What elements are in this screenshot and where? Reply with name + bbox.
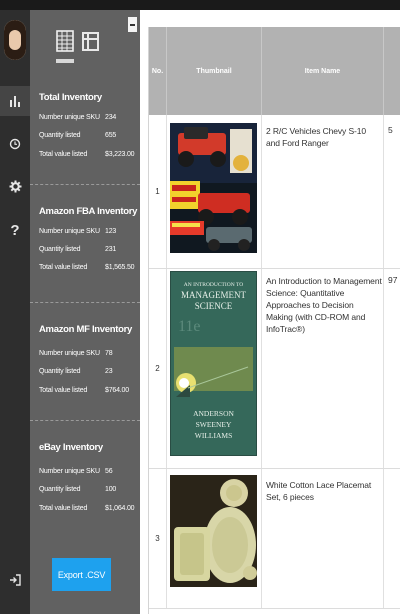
stat-value: 655 xyxy=(105,132,117,139)
management-science-book-cover[interactable]: AN INTRODUCTION TO MANAGEMENT SCIENCE 11… xyxy=(169,270,258,457)
export-csv-button[interactable]: Export .CSV xyxy=(52,558,111,591)
clipped-cell-value: 5 xyxy=(388,125,393,135)
book-title-line2: MANAGEMENT xyxy=(181,290,246,300)
clipped-cell-value: 97 xyxy=(388,275,398,285)
item-name-cell: An Introduction to Management Science: Q… xyxy=(262,269,384,468)
stat-label: Number unique SKU xyxy=(39,468,100,475)
stat-label: Total value listed xyxy=(39,387,88,394)
stat-value: 56 xyxy=(105,468,113,475)
icon-rail: ? xyxy=(0,10,30,614)
stat-value: 100 xyxy=(105,486,117,493)
row-number: 3 xyxy=(149,469,167,608)
rc-vehicles-box-image[interactable] xyxy=(170,123,257,253)
stat-value: 23 xyxy=(105,368,113,375)
stat-row: Number unique SKU 123 xyxy=(39,228,139,240)
book-title-line3: SCIENCE xyxy=(195,301,233,311)
help-icon-glyph: ? xyxy=(10,221,20,239)
table-header: No. Thumbnail Item Name xyxy=(149,27,400,115)
next-column-cell xyxy=(384,469,400,608)
stat-label: Number unique SKU xyxy=(39,350,100,357)
gear-icon[interactable] xyxy=(0,171,30,201)
stat-row: Quantity listed 23 xyxy=(39,368,139,380)
stat-row: Quantity listed 100 xyxy=(39,486,139,498)
book-title-line1: AN INTRODUCTION TO xyxy=(184,282,243,288)
column-header-next[interactable] xyxy=(384,27,400,115)
stat-value: $1,565.50 xyxy=(105,264,135,271)
stat-value: $1,064.00 xyxy=(105,505,135,512)
stat-value: 123 xyxy=(105,228,117,235)
logout-icon[interactable] xyxy=(0,565,30,595)
column-header-no[interactable]: No. xyxy=(149,27,167,115)
stat-label: Total value listed xyxy=(39,264,88,271)
next-column-cell: 5 xyxy=(384,115,400,268)
stat-row: Number unique SKU 56 xyxy=(39,468,139,480)
stat-label: Total value listed xyxy=(39,151,88,158)
history-icon[interactable] xyxy=(0,129,30,159)
stat-value: $3,223.00 xyxy=(105,151,135,158)
stat-label: Number unique SKU xyxy=(39,228,100,235)
book-author-1: ANDERSON xyxy=(193,409,234,418)
row-number: 2 xyxy=(149,269,167,468)
row-number: 1 xyxy=(149,115,167,268)
section-divider xyxy=(30,184,140,185)
main-content: No. Thumbnail Item Name 1 2 R/C Vehicles… xyxy=(140,10,400,614)
section-divider xyxy=(30,302,140,303)
stat-label: Total value listed xyxy=(39,505,88,512)
column-header-item-name[interactable]: Item Name xyxy=(262,27,384,115)
stat-row: Total value listed $1,064.00 xyxy=(39,505,139,517)
stat-row: Total value listed $764.00 xyxy=(39,387,139,399)
table-row[interactable]: 1 2 R/C Vehicles Chevy S-10 and Ford Ran… xyxy=(149,115,400,269)
avatar[interactable] xyxy=(4,20,26,60)
stat-label: Quantity listed xyxy=(39,132,81,139)
stat-row: Number unique SKU 78 xyxy=(39,350,139,362)
stat-value: $764.00 xyxy=(105,387,129,394)
thumbnail-cell xyxy=(167,469,262,608)
view-tabs xyxy=(56,30,106,70)
stat-label: Quantity listed xyxy=(39,368,81,375)
bar-chart-icon[interactable] xyxy=(0,86,30,116)
active-tab-indicator xyxy=(56,59,74,63)
stat-label: Quantity listed xyxy=(39,486,81,493)
stat-row: Quantity listed 655 xyxy=(39,132,139,144)
grid-view-icon[interactable] xyxy=(56,30,74,52)
inventory-table: No. Thumbnail Item Name 1 2 R/C Vehicles… xyxy=(148,27,400,614)
stat-row: Quantity listed 231 xyxy=(39,246,139,258)
thumbnail-cell xyxy=(167,115,262,268)
inventory-panel: Total Inventory Number unique SKU 234 Qua… xyxy=(30,10,140,614)
section-title: Amazon FBA Inventory xyxy=(39,206,138,217)
top-bar xyxy=(0,0,400,10)
stat-value: 78 xyxy=(105,350,113,357)
section-divider xyxy=(30,420,140,421)
table-row[interactable]: 3 White Cotton Lace Placemat Set, 6 piec… xyxy=(149,469,400,609)
book-author-3: WILLIAMS xyxy=(195,431,233,440)
section-title: Amazon MF Inventory xyxy=(39,324,133,335)
stat-row: Number unique SKU 234 xyxy=(39,114,139,126)
stat-label: Quantity listed xyxy=(39,246,81,253)
next-column-cell: 97 xyxy=(384,269,400,468)
thumbnail-cell: AN INTRODUCTION TO MANAGEMENT SCIENCE 11… xyxy=(167,269,262,468)
section-title: eBay Inventory xyxy=(39,442,103,453)
stat-value: 234 xyxy=(105,114,117,121)
collapse-panel-button[interactable] xyxy=(128,17,137,32)
stat-label: Number unique SKU xyxy=(39,114,100,121)
stat-value: 231 xyxy=(105,246,117,253)
column-header-thumbnail[interactable]: Thumbnail xyxy=(167,27,262,115)
book-edition: 11e xyxy=(178,318,201,335)
stat-row: Total value listed $3,223.00 xyxy=(39,151,139,163)
section-title: Total Inventory xyxy=(39,92,102,103)
item-name-cell: White Cotton Lace Placemat Set, 6 pieces xyxy=(262,469,384,608)
lace-placemat-photo[interactable] xyxy=(170,475,257,587)
table-row[interactable]: 2 AN INTRODUCTION TO MANAGEMENT SCIENCE xyxy=(149,269,400,469)
item-name[interactable]: White Cotton Lace Placemat Set, 6 pieces xyxy=(266,479,382,503)
help-icon[interactable]: ? xyxy=(0,215,30,245)
item-name[interactable]: An Introduction to Management Science: Q… xyxy=(266,275,382,335)
book-author-2: SWEENEY xyxy=(196,420,232,429)
item-name[interactable]: 2 R/C Vehicles Chevy S-10 and Ford Range… xyxy=(266,125,382,149)
frame-view-icon[interactable] xyxy=(82,32,99,51)
stat-row: Total value listed $1,565.50 xyxy=(39,264,139,276)
item-name-cell: 2 R/C Vehicles Chevy S-10 and Ford Range… xyxy=(262,115,384,268)
